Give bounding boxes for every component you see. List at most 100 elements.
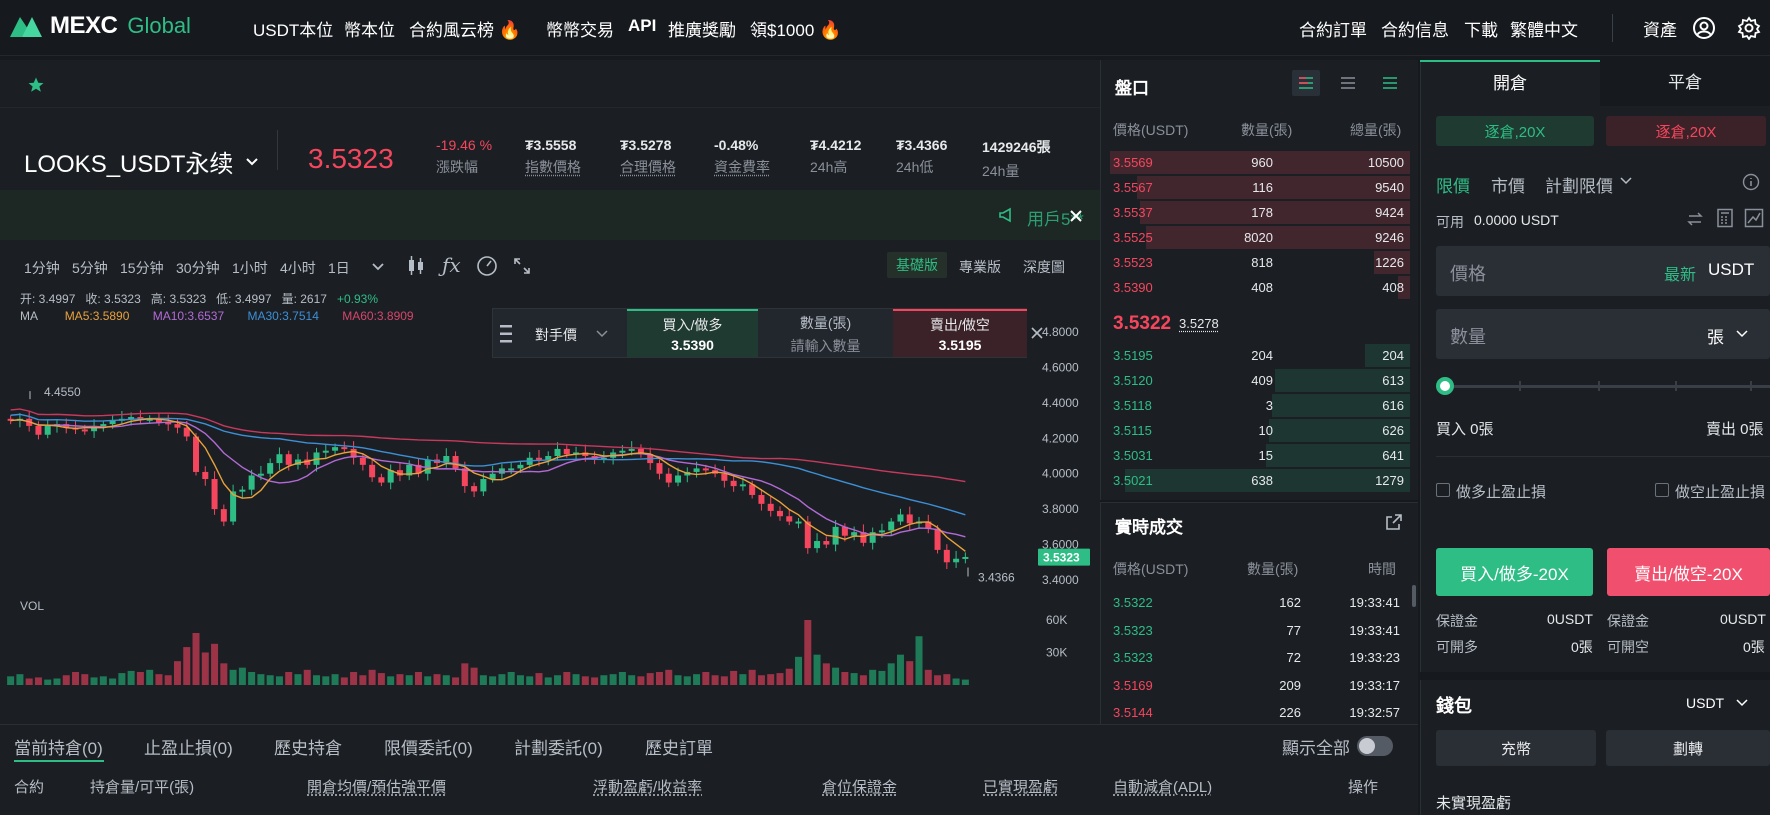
chevron-down-icon[interactable]	[371, 261, 385, 273]
nav-download[interactable]: 下載	[1464, 16, 1498, 41]
tp-short-checkbox[interactable]	[1655, 483, 1669, 497]
view-basic-tab[interactable]: 基礎版	[887, 252, 947, 278]
favorite-star-icon[interactable]	[27, 76, 45, 94]
price-chart[interactable]: 4.80004.60004.40004.20004.00003.80003.60…	[0, 320, 1100, 695]
price-type-select[interactable]: 對手價	[535, 325, 577, 345]
ask-row[interactable]: 3.5567 116 9540	[1100, 175, 1418, 200]
calculator-icon[interactable]	[1716, 208, 1734, 228]
quick-qty-input[interactable]: 數量(張) 請輸入數量	[758, 309, 893, 357]
price-input[interactable]: 價格 最新 USDT	[1436, 246, 1770, 296]
nav-spot[interactable]: 幣幣交易	[546, 16, 614, 41]
timeframe-4h[interactable]: 4小时	[280, 258, 316, 278]
drag-handle-icon[interactable]	[499, 323, 513, 345]
col-entry-liq-price[interactable]: 開倉均價/預估強平價	[307, 776, 446, 797]
funding-rate-label[interactable]: 資金費率	[714, 157, 770, 177]
show-all-toggle[interactable]	[1357, 736, 1393, 756]
order-type-plan[interactable]: 計劃限價	[1545, 172, 1613, 197]
tab-tp-sl[interactable]: 止盈止損(0)	[144, 734, 233, 759]
indicators-fx-icon[interactable]: ƒx	[442, 253, 461, 277]
timeframe-1m[interactable]: 1分钟	[24, 258, 60, 278]
bid-row[interactable]: 3.5021 638 1279	[1100, 468, 1418, 493]
sell-short-button[interactable]: 賣出/做空-20X	[1607, 548, 1770, 596]
nav-assets[interactable]: 資產	[1643, 16, 1677, 41]
close-icon[interactable]	[1068, 208, 1084, 224]
fullscreen-icon[interactable]	[513, 257, 531, 275]
timeframe-30m[interactable]: 30分钟	[176, 258, 220, 278]
bid-row[interactable]: 3.5118 3 616	[1100, 393, 1418, 418]
volume-bar	[934, 675, 942, 685]
candlestick-type-icon[interactable]	[407, 255, 425, 277]
nav-usdt-futures[interactable]: USDT本位	[253, 16, 333, 41]
ask-row[interactable]: 3.5523 818 1226	[1100, 250, 1418, 275]
transfer-button[interactable]: 劃轉	[1606, 730, 1770, 766]
wallet-currency[interactable]: USDT	[1686, 695, 1724, 711]
order-type-limit[interactable]: 限價	[1436, 172, 1470, 197]
bid-row[interactable]: 3.5120 409 613	[1100, 368, 1418, 393]
close-icon[interactable]	[1031, 327, 1043, 339]
price-latest-button[interactable]: 最新	[1664, 261, 1696, 285]
fair-price-label[interactable]: 合理價格	[620, 157, 676, 177]
nav-futures-leaderboard[interactable]: 合約風云榜 🔥	[409, 16, 521, 41]
orderbook-asks-icon[interactable]	[1334, 70, 1362, 96]
tab-order-history[interactable]: 歷史訂單	[645, 734, 713, 759]
info-icon[interactable]	[1742, 173, 1760, 191]
leverage-slider-track[interactable]	[1446, 385, 1770, 388]
orderbook-bids-icon[interactable]	[1376, 70, 1404, 96]
ask-row[interactable]: 3.5525 8020 9246	[1100, 225, 1418, 250]
user-icon[interactable]	[1692, 16, 1716, 40]
trades-scrollbar[interactable]	[1412, 585, 1416, 607]
margin-short-button[interactable]: 逐倉,20X	[1606, 116, 1766, 146]
timeframe-5m[interactable]: 5分钟	[72, 258, 108, 278]
bid-row[interactable]: 3.5031 15 641	[1100, 443, 1418, 468]
chart-icon[interactable]	[1744, 208, 1764, 228]
leverage-slider-handle[interactable]	[1436, 377, 1454, 395]
quick-buy-button[interactable]: 買入/做多 3.5390	[627, 309, 758, 357]
margin-long-button[interactable]: 逐倉,20X	[1436, 116, 1594, 146]
order-type-market[interactable]: 市價	[1491, 172, 1525, 197]
expand-icon[interactable]	[1384, 512, 1404, 532]
bid-row[interactable]: 3.5115 10 626	[1100, 418, 1418, 443]
timeframe-15m[interactable]: 15分钟	[120, 258, 164, 278]
quantity-unit[interactable]: 張	[1707, 323, 1724, 348]
ask-row[interactable]: 3.5569 960 10500	[1100, 150, 1418, 175]
tab-plan-orders[interactable]: 計劃委託(0)	[514, 734, 603, 759]
nav-language[interactable]: 繁體中文	[1510, 16, 1578, 41]
tab-close-position[interactable]: 平倉	[1600, 60, 1770, 106]
tp-long-checkbox[interactable]	[1436, 483, 1450, 497]
transfer-icon[interactable]	[1686, 210, 1704, 228]
orderbook-view-both[interactable]	[1292, 70, 1320, 96]
view-depth-tab[interactable]: 深度圖	[1023, 257, 1065, 277]
view-pro-tab[interactable]: 專業版	[959, 257, 1001, 277]
symbol-selector[interactable]: LOOKS_USDT永续	[24, 144, 259, 179]
gauge-settings-icon[interactable]	[476, 255, 498, 277]
tab-limit-orders[interactable]: 限價委託(0)	[384, 734, 473, 759]
row-qty: 8020	[1244, 230, 1273, 245]
quantity-input[interactable]: 數量 張	[1436, 309, 1770, 359]
nav-futures-info[interactable]: 合約信息	[1381, 16, 1449, 41]
nav-api[interactable]: API	[628, 16, 656, 36]
index-price-label[interactable]: 指數價格	[525, 157, 581, 177]
col-contract: 合約	[14, 779, 45, 796]
tab-position-history[interactable]: 歷史持倉	[274, 734, 342, 759]
nav-futures-orders[interactable]: 合約訂單	[1299, 16, 1367, 41]
nav-referral[interactable]: 推廣獎勵	[668, 16, 736, 41]
deposit-button[interactable]: 充幣	[1436, 730, 1596, 766]
ask-row[interactable]: 3.5390 408 408	[1100, 275, 1418, 300]
col-adl[interactable]: 自動減倉(ADL)	[1113, 776, 1212, 797]
nav-bonus[interactable]: 領$1000 🔥	[750, 16, 841, 41]
bid-row[interactable]: 3.5195 204 204	[1100, 343, 1418, 368]
tab-current-positions[interactable]: 當前持倉(0)	[14, 734, 103, 759]
buy-long-button[interactable]: 買入/做多-20X	[1436, 548, 1593, 596]
nav-coin-futures[interactable]: 幣本位	[344, 16, 395, 41]
trades-title: 實時成交	[1115, 518, 1183, 537]
settings-gear-icon[interactable]	[1737, 16, 1761, 40]
quick-sell-button[interactable]: 賣出/做空 3.5195	[893, 309, 1027, 357]
timeframe-1d[interactable]: 1日	[328, 258, 350, 278]
tab-open-position[interactable]: 開倉	[1420, 60, 1600, 106]
col-realized-pnl[interactable]: 已實現盈虧	[983, 776, 1058, 797]
col-unrealized-pnl[interactable]: 浮動盈虧/收益率	[593, 776, 702, 797]
col-position-margin[interactable]: 倉位保證金	[822, 776, 897, 797]
timeframe-1h[interactable]: 1小时	[232, 258, 268, 278]
ask-row[interactable]: 3.5537 178 9424	[1100, 200, 1418, 225]
logo[interactable]: MEXC Global	[8, 12, 191, 40]
